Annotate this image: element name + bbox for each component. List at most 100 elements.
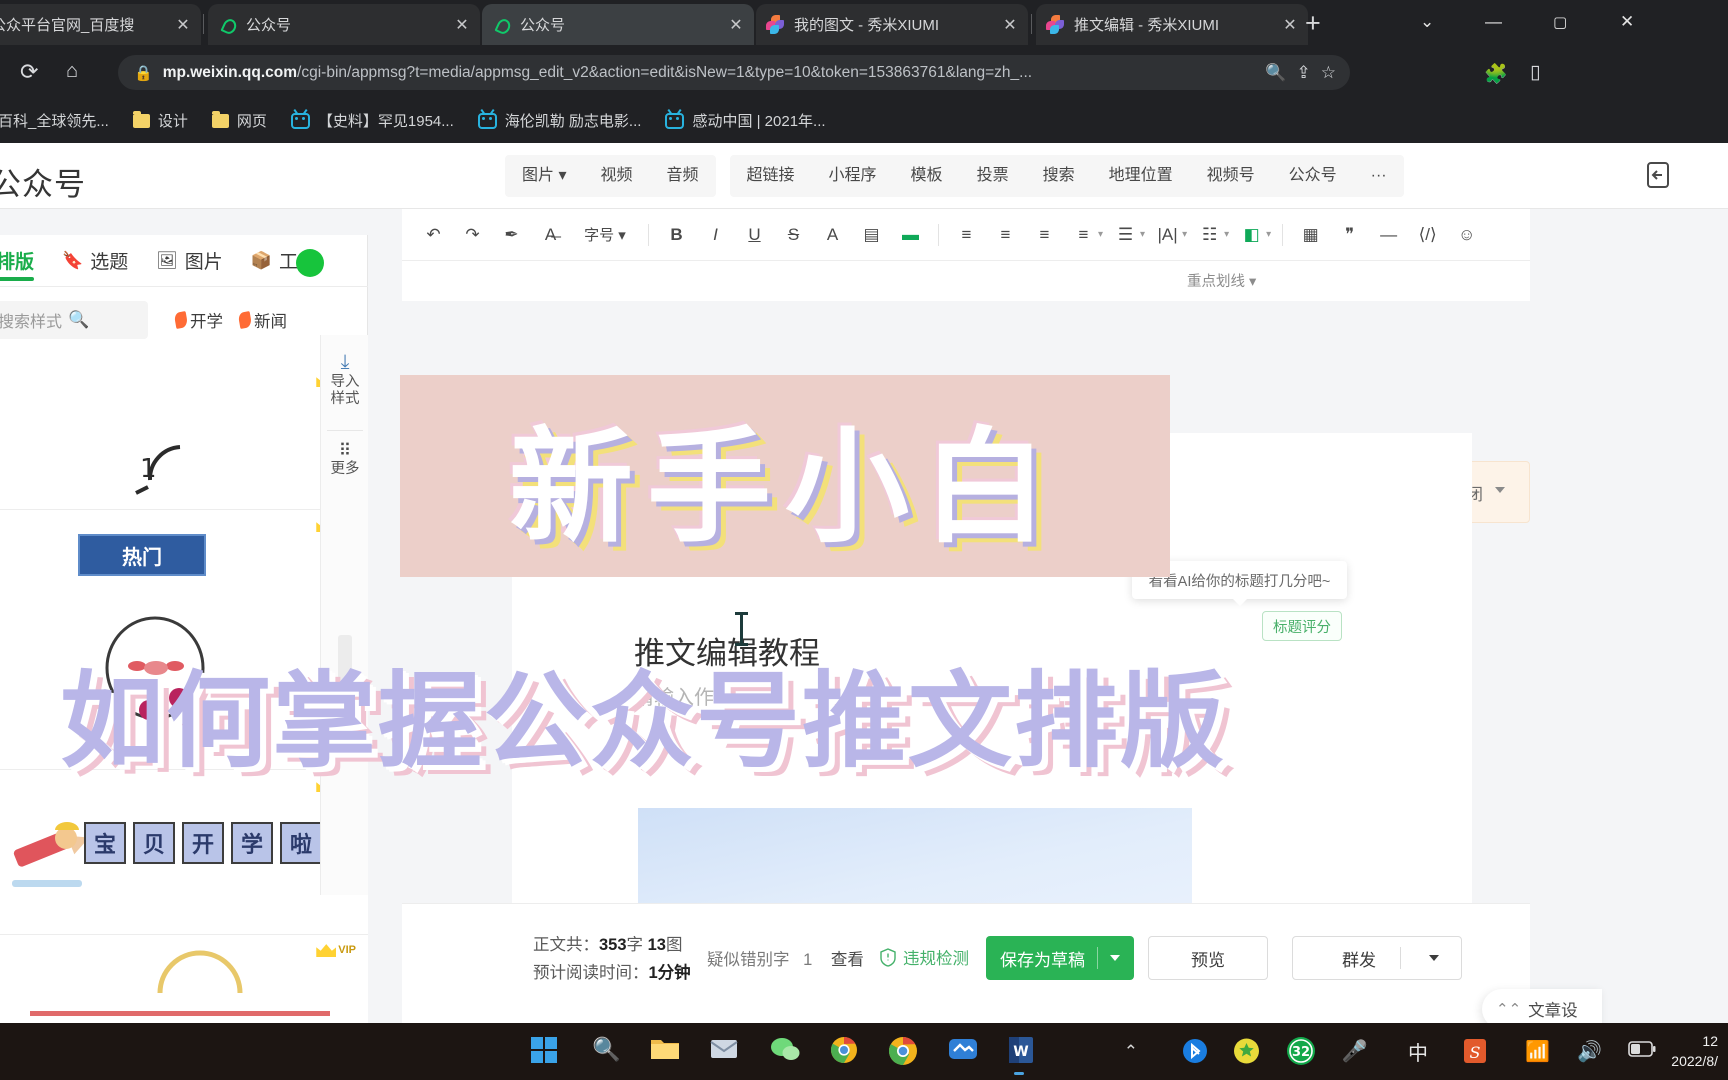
close-icon[interactable]: ✕	[454, 15, 470, 35]
dropdown-dot-icon[interactable]: ▾	[1098, 229, 1103, 240]
sidebar-item-image[interactable]: 🖼 图片	[142, 235, 237, 287]
menu-item-channels[interactable]: 视频号	[1190, 155, 1272, 197]
redo-icon[interactable]: ↷	[453, 215, 492, 254]
menu-item-miniprogram[interactable]: 小程序	[812, 155, 894, 197]
format-brush-icon[interactable]: ✒	[492, 215, 531, 254]
search-icon[interactable]: 🔍	[1265, 63, 1286, 83]
highlight-icon[interactable]: ▤	[852, 215, 891, 254]
wifi-icon[interactable]: 📶	[1525, 1039, 1550, 1064]
browser-tab-4[interactable]: 推文编辑 - 秀米XIUMI ✕	[1036, 4, 1308, 45]
side-panel-icon[interactable]: ▯	[1530, 61, 1540, 84]
taskbar-clock[interactable]: 12 2022/8/	[1671, 1031, 1718, 1071]
chevron-up-icon[interactable]: ⌃	[1124, 1042, 1138, 1062]
text-color-icon[interactable]: A	[813, 215, 852, 254]
align-left-icon[interactable]: ≡	[947, 215, 986, 254]
more-button[interactable]: ⠿ 更多	[321, 441, 369, 478]
menu-item-official-account[interactable]: 公众号	[1272, 155, 1354, 197]
browser-tab-0[interactable]: 信公众平台官网_百度搜 ✕	[0, 4, 201, 45]
emoji-icon[interactable]: ☺	[1447, 215, 1486, 254]
hot-tag-1[interactable]: 新闻	[237, 308, 287, 332]
underline-icon[interactable]: U	[735, 215, 774, 254]
close-icon[interactable]: ✕	[1002, 15, 1018, 35]
menu-item-template[interactable]: 模板	[894, 155, 960, 197]
divider-icon[interactable]: —	[1369, 215, 1408, 254]
align-right-icon[interactable]: ≡	[1025, 215, 1064, 254]
collapse-panel-icon[interactable]	[1643, 159, 1673, 191]
reload-icon[interactable]: ⟳	[20, 59, 38, 85]
code-icon[interactable]: ⟨/⟩	[1408, 215, 1447, 254]
style-card[interactable]: VIP 1	[0, 365, 368, 510]
battery-icon[interactable]	[1628, 1041, 1656, 1062]
bluetooth-icon[interactable]	[1182, 1037, 1208, 1070]
browser-tab-3[interactable]: 我的图文 - 秀米XIUMI ✕	[756, 4, 1028, 45]
ime-chinese-icon[interactable]: 中	[1408, 1037, 1428, 1066]
new-tab-button[interactable]: +	[1305, 10, 1321, 37]
hot-tag-0[interactable]: 开学	[173, 308, 223, 332]
close-icon[interactable]: ✕	[175, 15, 191, 35]
bookmark-item-1[interactable]: 设计	[121, 98, 200, 143]
quote-icon[interactable]: ❞	[1330, 215, 1369, 254]
close-icon[interactable]: ✕	[728, 15, 744, 35]
menu-item-more[interactable]: ···	[1354, 155, 1404, 197]
background-color-icon[interactable]: ▬	[891, 215, 930, 254]
maximize-button[interactable]: ▢	[1553, 13, 1567, 31]
chevron-down-icon[interactable]	[1110, 955, 1120, 961]
highlight-underline-select[interactable]: 重点划线 ▾	[1187, 270, 1256, 291]
snipaste-icon[interactable]: S	[1462, 1037, 1488, 1070]
italic-icon[interactable]: I	[696, 215, 735, 254]
menu-item-vote[interactable]: 投票	[960, 155, 1026, 197]
browser-tab-2[interactable]: 公众号 ✕	[482, 4, 754, 45]
typo-view-link[interactable]: 查看	[831, 951, 864, 969]
dropdown-dot-icon[interactable]: ▾	[1140, 229, 1145, 240]
align-center-icon[interactable]: ≡	[986, 215, 1025, 254]
preview-button[interactable]: 预览	[1148, 936, 1268, 980]
chevron-down-icon[interactable]	[1429, 955, 1439, 961]
menu-item-location[interactable]: 地理位置	[1092, 155, 1190, 197]
file-explorer-icon[interactable]	[650, 1036, 680, 1067]
microphone-icon[interactable]: 🎤	[1342, 1040, 1368, 1064]
share-icon[interactable]: ⇪	[1297, 63, 1311, 83]
bookmark-item-0[interactable]: 百科_全球领先...	[0, 98, 121, 143]
chevron-down-icon[interactable]: ⌄	[1420, 12, 1434, 32]
table-icon[interactable]: ▦	[1291, 215, 1330, 254]
close-window-button[interactable]: ✕	[1620, 12, 1634, 32]
address-bar[interactable]: 🔒 mp.weixin.qq.com/cgi-bin/appmsg?t=medi…	[118, 55, 1350, 90]
strikethrough-icon[interactable]: S	[774, 215, 813, 254]
bookmark-star-icon[interactable]: ☆	[1321, 63, 1336, 83]
bookmark-item-4[interactable]: 海伦凯勒 励志电影...	[466, 98, 654, 143]
menu-item-image[interactable]: 图片 ▾	[505, 155, 583, 197]
dropdown-dot-icon[interactable]: ▾	[1182, 229, 1187, 240]
sidebar-item-topic[interactable]: 🔖 选题	[48, 235, 142, 287]
dropdown-dot-icon[interactable]: ▾	[1224, 229, 1229, 240]
violation-check-button[interactable]: 违规检测	[879, 945, 969, 969]
chrome-active-icon[interactable]	[888, 1036, 918, 1071]
article-settings-tab[interactable]: ⌃⌃ 文章设	[1482, 989, 1602, 1023]
undo-icon[interactable]: ↶	[414, 215, 453, 254]
title-score-button[interactable]: 标题评分	[1262, 611, 1342, 641]
extensions-puzzle-icon[interactable]: 🧩	[1484, 62, 1508, 86]
font-size-select[interactable]: 字号 ▾	[570, 215, 640, 254]
minimize-button[interactable]: —	[1485, 12, 1502, 32]
home-icon[interactable]: ⌂	[66, 60, 78, 83]
style-card[interactable]: VIP 宝 贝 开 学 啦	[0, 770, 368, 935]
mass-send-button[interactable]: 群发	[1292, 936, 1462, 980]
shield-icon[interactable]	[1233, 1037, 1260, 1070]
clear-format-icon[interactable]: A̶	[531, 215, 570, 254]
import-style-button[interactable]: ⤓ 导入 样式	[321, 351, 369, 408]
menu-item-audio[interactable]: 音频	[650, 155, 716, 197]
chevron-down-icon[interactable]	[1495, 487, 1505, 493]
search-icon[interactable]: 🔍	[68, 310, 138, 330]
wechat-icon[interactable]	[770, 1036, 800, 1067]
word-icon[interactable]: W	[1008, 1036, 1034, 1069]
menu-item-search[interactable]: 搜索	[1026, 155, 1092, 197]
menu-item-video[interactable]: 视频	[583, 155, 649, 197]
mail-icon[interactable]	[710, 1036, 738, 1067]
bold-icon[interactable]: B	[657, 215, 696, 254]
browser-tab-1[interactable]: 公众号 ✕	[208, 4, 480, 45]
speed-32-icon[interactable]: 32	[1286, 1036, 1316, 1071]
save-draft-button[interactable]: 保存为草稿	[986, 936, 1134, 980]
sidebar-item-layout[interactable]: 排版	[0, 235, 48, 287]
search-icon[interactable]: 🔍	[592, 1036, 621, 1063]
dropdown-dot-icon[interactable]: ▾	[1266, 229, 1271, 240]
search-input[interactable]: 搜索样式 🔍	[0, 301, 148, 339]
